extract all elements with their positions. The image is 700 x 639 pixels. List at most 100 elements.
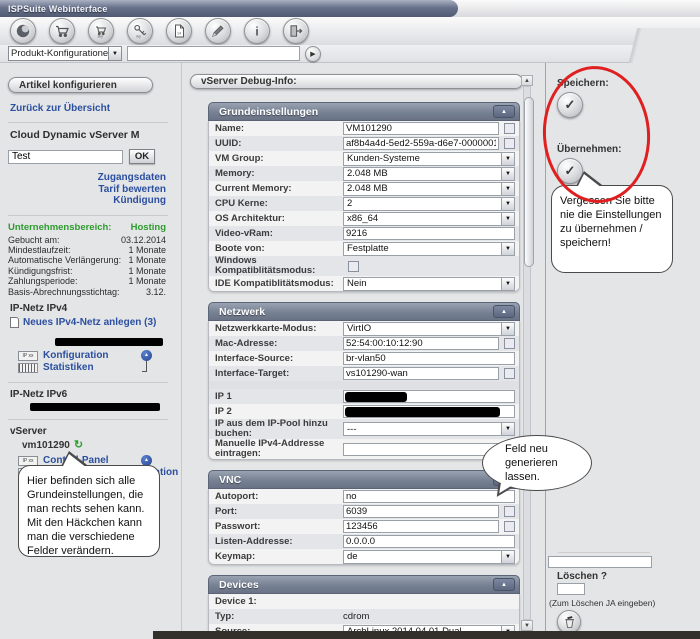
scroll-up-icon[interactable]: ▲ <box>521 75 533 86</box>
sidebar: Artikel konfigurieren Zurück zur Übersic… <box>0 63 181 631</box>
search-input[interactable] <box>127 46 300 61</box>
field-input-passwort[interactable] <box>343 520 499 533</box>
field-select-boote-von[interactable]: Festplatte▼ <box>343 242 515 256</box>
titlebar: ISPSuite Webinterface <box>0 0 458 17</box>
save-button[interactable]: ✓ <box>557 92 583 118</box>
form-row: Memory:2.048 MB▼ <box>209 166 519 181</box>
field-select-memory[interactable]: 2.048 MB▼ <box>343 167 515 181</box>
annotation-bubble-sidebar: Hier befinden sich alle Grundeinstellung… <box>18 465 160 557</box>
extra-field[interactable] <box>548 556 652 568</box>
go-button[interactable]: ▶ <box>305 46 321 62</box>
collapse-button[interactable]: ▲ <box>493 305 515 318</box>
account-links: ZugangsdatenTarif bewertenKündigung <box>8 172 166 207</box>
cart-icon[interactable] <box>49 18 75 44</box>
field-select-cpu-kerne[interactable]: 2▼ <box>343 197 515 211</box>
delete-confirm-input[interactable] <box>557 583 585 595</box>
field-select-netzwerkkarte-modus[interactable]: VirtIO▼ <box>343 322 515 336</box>
field-control <box>343 227 515 240</box>
ipv4-nav-list: IP xxKonfigurationStatistiken▲ <box>8 350 166 374</box>
field-input-name[interactable] <box>343 122 499 135</box>
divider <box>8 122 168 123</box>
field-select-ide-kompatiblit-tsmodus[interactable]: Nein▼ <box>343 277 515 291</box>
field-input-video-vram[interactable] <box>343 227 515 240</box>
article-name-input[interactable] <box>8 150 123 164</box>
delete-label: Löschen ? <box>557 571 607 582</box>
scroll-to-top-icon[interactable]: ▲ <box>141 350 152 361</box>
contract-header-row: Unternehmensbereich: Hosting <box>8 222 166 233</box>
save-label: Speichern: <box>557 78 609 89</box>
form-row: Listen-Addresse: <box>209 534 519 549</box>
edit-checkbox[interactable] <box>348 261 359 272</box>
form-row: Autoport: <box>209 489 519 504</box>
info-icon[interactable]: i <box>244 18 270 44</box>
input-wrap <box>343 405 515 418</box>
input-wrap <box>343 227 515 240</box>
edit-checkbox[interactable] <box>504 138 515 149</box>
field-select-os-architektur[interactable]: x86_64▼ <box>343 212 515 226</box>
brush-icon[interactable] <box>205 18 231 44</box>
divider <box>8 419 168 420</box>
main-area: Artikel konfigurieren Zurück zur Übersic… <box>0 63 700 631</box>
field-input-interface-source[interactable] <box>343 352 515 365</box>
edit-checkbox[interactable] <box>504 368 515 379</box>
new-ipv4-link[interactable]: Neues IPv4-Netz anlegen (3) <box>10 317 173 328</box>
sidebar-link-zugangsdaten[interactable]: Zugangsdaten <box>8 172 166 184</box>
section-title: Netzwerk <box>219 306 493 318</box>
field-input-interface-target[interactable] <box>343 367 499 380</box>
field-control: Nein▼ <box>343 277 515 291</box>
field-select-current-memory[interactable]: 2.048 MB▼ <box>343 182 515 196</box>
field-input-port[interactable] <box>343 505 499 518</box>
field-select-keymap[interactable]: de▼ <box>343 550 515 564</box>
contract-info-list: Gebucht am:03.12.2014Mindestlaufzeit:1 M… <box>8 235 173 297</box>
field-select-ip-aus-dem-ip-pool-hinzu-buchen[interactable]: ---▼ <box>343 422 515 436</box>
input-wrap <box>343 520 499 533</box>
edit-checkbox[interactable] <box>504 123 515 134</box>
document-icon[interactable]: 14 <box>166 18 192 44</box>
rename-row: OK <box>8 149 173 164</box>
center-panel: vServer Debug-Info: Grundeinstellungen▲N… <box>185 63 525 631</box>
annotation-text: Hier befinden sich alle Grundeinstellung… <box>27 475 144 557</box>
input-wrap <box>343 535 515 548</box>
field-label: Interface-Target: <box>215 369 343 379</box>
field-input-mac-adresse[interactable] <box>343 337 499 350</box>
form-row: Typ:cdrom <box>209 609 519 624</box>
collapse-button[interactable]: ▲ <box>493 105 515 118</box>
sidebar-link-k-ndigung[interactable]: Kündigung <box>8 195 166 207</box>
back-to-overview-link[interactable]: Zurück zur Übersicht <box>10 103 173 114</box>
scrollbar-thumb[interactable] <box>524 97 534 267</box>
logout-icon[interactable] <box>283 18 309 44</box>
right-panel: Speichern: ✓ Übernehmen: ✓ Löschen ? (Zu… <box>546 63 700 631</box>
edit-checkbox[interactable] <box>504 338 515 349</box>
configure-article-button[interactable]: Artikel konfigurieren <box>8 77 153 93</box>
ok-button[interactable]: OK <box>129 149 155 164</box>
new-page-icon <box>10 317 19 328</box>
category-select[interactable]: Produkt-Konfigurationen ▼ <box>8 46 122 61</box>
sidebar-link-tarif-bewerten[interactable]: Tarif bewerten <box>8 184 166 196</box>
field-control <box>343 490 515 503</box>
key-icon[interactable]: my <box>127 18 153 44</box>
edit-checkbox[interactable] <box>504 506 515 517</box>
cart-small-icon[interactable]: sky <box>88 18 114 44</box>
vertical-scrollbar[interactable]: ▲ ▼ <box>521 75 533 631</box>
chevron-down-icon[interactable]: ▼ <box>108 47 121 60</box>
scroll-down-icon[interactable]: ▼ <box>521 620 533 631</box>
edit-checkbox[interactable] <box>504 521 515 532</box>
trash-icon <box>562 615 577 630</box>
dropdown-arrow-icon: ▼ <box>501 153 514 165</box>
form-row: CPU Kerne:2▼ <box>209 196 519 211</box>
field-input-listen-addresse[interactable] <box>343 535 515 548</box>
moon-icon[interactable] <box>10 18 36 44</box>
form-row: Mac-Adresse: <box>209 336 519 351</box>
field-input-uuid[interactable] <box>343 137 499 150</box>
field-select-vm-group[interactable]: Kunden-Systeme▼ <box>343 152 515 166</box>
field-label: Listen-Addresse: <box>215 537 343 547</box>
field-input-autoport[interactable] <box>343 490 515 503</box>
field-label: Name: <box>215 124 343 134</box>
field-control <box>343 520 515 533</box>
collapse-button[interactable]: ▲ <box>493 578 515 591</box>
form-row: Interface-Source: <box>209 351 519 366</box>
field-label: UUID: <box>215 139 343 149</box>
new-ipv4-link-label: Neues IPv4-Netz anlegen (3) <box>23 317 156 328</box>
scrollbar-track[interactable] <box>523 86 531 620</box>
refresh-icon[interactable]: ↻ <box>74 440 83 450</box>
